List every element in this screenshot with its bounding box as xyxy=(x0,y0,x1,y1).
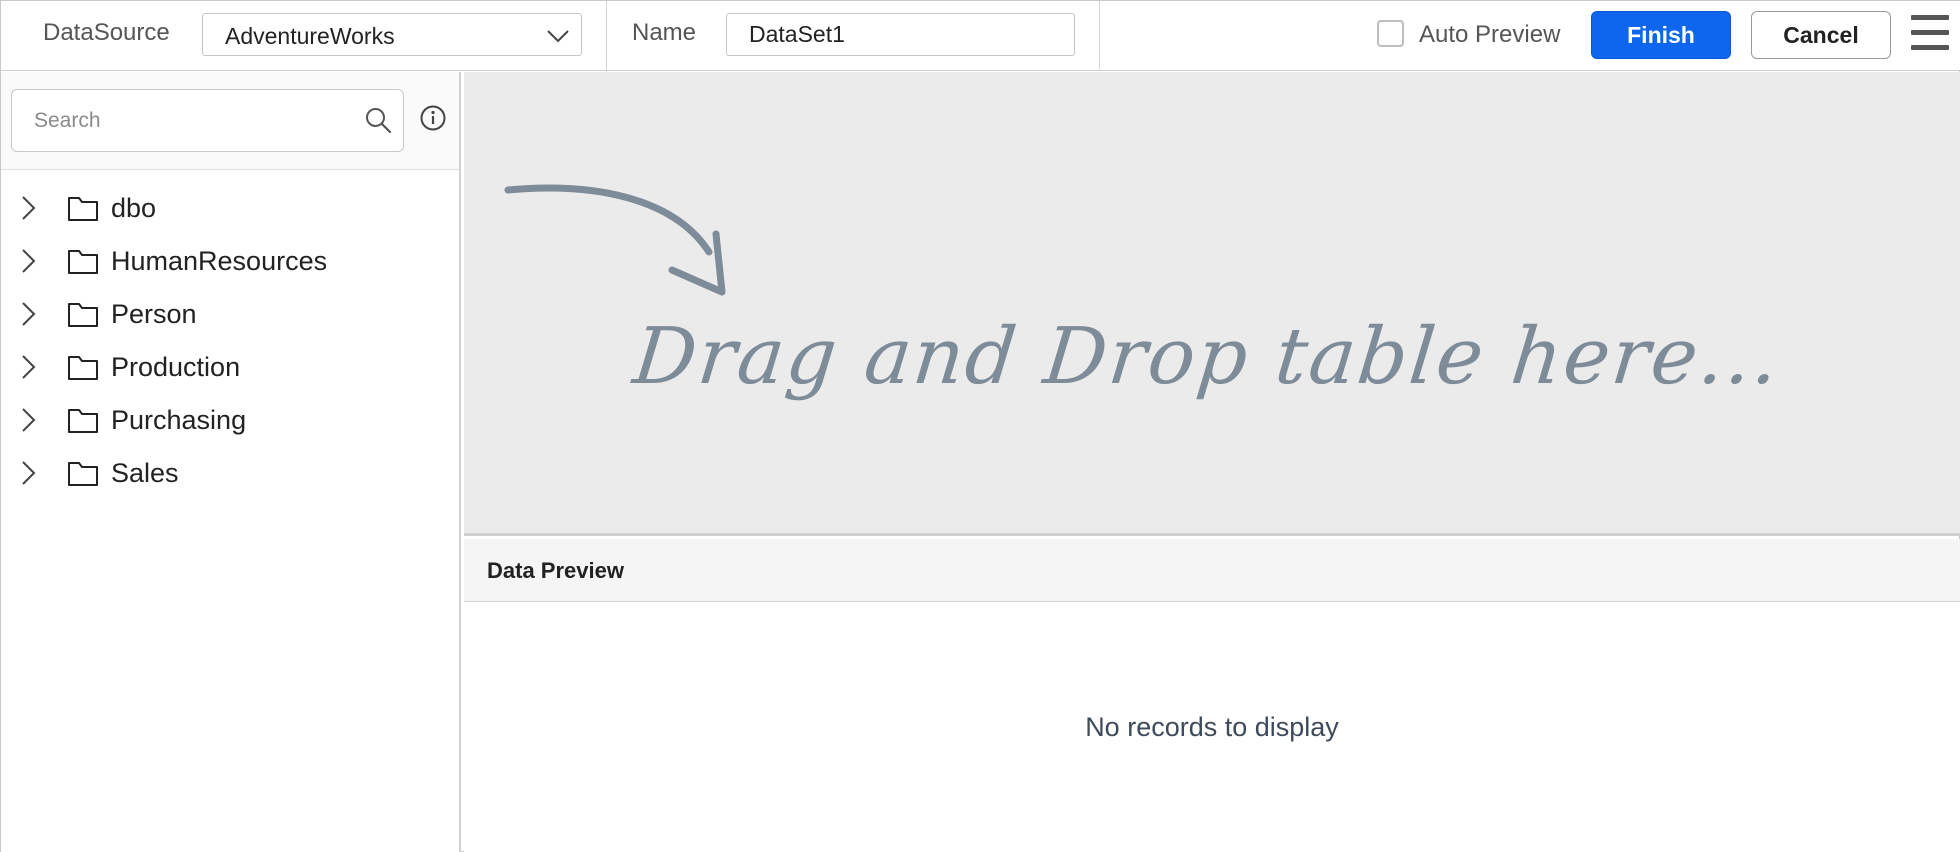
data-preview-title: Data Preview xyxy=(487,558,624,583)
search-box[interactable] xyxy=(11,89,404,152)
tree-item-label: Purchasing xyxy=(111,405,247,435)
folder-icon xyxy=(68,197,98,221)
folder-icon xyxy=(68,303,98,327)
tree-item-label: Sales xyxy=(111,458,179,488)
folder-icon xyxy=(68,356,98,380)
chevron-right-icon[interactable] xyxy=(17,300,39,328)
table-drop-zone[interactable]: Drag and Drop table here... xyxy=(464,72,1960,536)
folder-icon xyxy=(68,462,98,486)
toolbar-divider xyxy=(606,1,607,71)
query-designer-window: DataSource AdventureWorks Name Auto Prev… xyxy=(0,0,1960,852)
search-area xyxy=(1,72,459,170)
cancel-button[interactable]: Cancel xyxy=(1751,11,1891,59)
tree-item-label: Person xyxy=(111,299,197,329)
toolbar: DataSource AdventureWorks Name Auto Prev… xyxy=(1,1,1960,71)
tree-item-production[interactable]: Production xyxy=(1,339,459,395)
tree-item-label: Production xyxy=(111,352,241,382)
schema-panel: dbo HumanResources Person Production Pur xyxy=(1,72,461,852)
tree-item-dbo[interactable]: dbo xyxy=(1,180,459,236)
finish-button[interactable]: Finish xyxy=(1591,11,1731,59)
auto-preview-label: Auto Preview xyxy=(1419,21,1561,48)
search-input[interactable] xyxy=(13,91,353,150)
search-icon[interactable] xyxy=(364,106,392,134)
data-preview-header: Data Preview xyxy=(464,539,1960,602)
datasource-selected-value: AdventureWorks xyxy=(225,23,395,49)
chevron-right-icon[interactable] xyxy=(17,247,39,275)
tree-item-label: HumanResources xyxy=(111,246,328,276)
chevron-down-icon xyxy=(547,30,569,43)
chevron-right-icon[interactable] xyxy=(17,194,39,222)
folder-icon xyxy=(68,250,98,274)
datasource-label: DataSource xyxy=(43,19,170,46)
datasource-dropdown[interactable]: AdventureWorks xyxy=(202,13,582,56)
toolbar-divider xyxy=(1099,1,1100,71)
tree-item-label: dbo xyxy=(111,193,157,223)
curved-arrow-icon xyxy=(504,184,726,296)
dataset-name-input[interactable] xyxy=(726,13,1075,56)
folder-icon xyxy=(68,409,98,433)
tree-item-purchasing[interactable]: Purchasing xyxy=(1,392,459,448)
empty-records-message: No records to display xyxy=(1085,712,1339,742)
tree-item-person[interactable]: Person xyxy=(1,286,459,342)
data-preview-panel: Data Preview No records to display xyxy=(464,539,1960,852)
tree-item-sales[interactable]: Sales xyxy=(1,445,459,501)
hamburger-menu-icon[interactable] xyxy=(1911,15,1949,55)
tree-item-humanresources[interactable]: HumanResources xyxy=(1,233,459,289)
chevron-right-icon[interactable] xyxy=(17,459,39,487)
info-icon[interactable] xyxy=(419,104,447,132)
drop-zone-hint: Drag and Drop table here... xyxy=(629,312,1785,402)
chevron-right-icon[interactable] xyxy=(17,406,39,434)
name-label: Name xyxy=(632,19,697,46)
chevron-right-icon[interactable] xyxy=(17,353,39,381)
auto-preview-checkbox[interactable] xyxy=(1377,20,1404,47)
